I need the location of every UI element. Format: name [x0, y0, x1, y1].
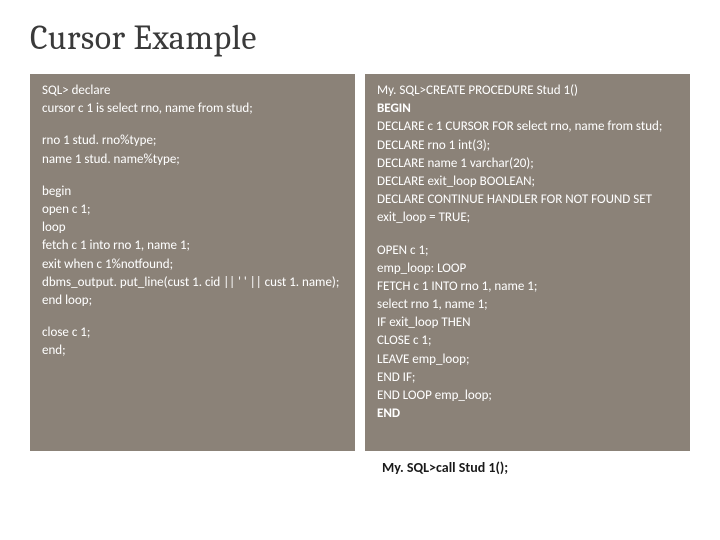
code-line: DECLARE CONTINUE HANDLER FOR NOT FOUND S… [377, 191, 678, 227]
code-block-types: rno 1 stud. rno%type; name 1 stud. name%… [42, 132, 343, 168]
code-block-begin: begin open c 1; loop fetch c 1 into rno … [42, 183, 343, 310]
slide: Cursor Example SQL> declare cursor c 1 i… [0, 0, 720, 540]
code-block-close: close c 1; end; [42, 324, 343, 360]
code-line: IF exit_loop THEN [377, 314, 678, 332]
code-line-bold: BEGIN [377, 100, 678, 118]
code-line: dbms_output. put_line(cust 1. cid || ' '… [42, 274, 343, 292]
code-line-bold: END [377, 405, 678, 423]
footer-call: My. SQL>call Stud 1(); [30, 459, 690, 476]
code-line: rno 1 stud. rno%type; [42, 132, 343, 150]
code-line: end loop; [42, 292, 343, 310]
code-line: cursor c 1 is select rno, name from stud… [42, 100, 343, 118]
code-line: open c 1; [42, 201, 343, 219]
code-line: loop [42, 219, 343, 237]
code-line: SQL> declare [42, 82, 343, 100]
code-line: LEAVE emp_loop; [377, 351, 678, 369]
code-line: My. SQL>CREATE PROCEDURE Stud 1() [377, 82, 678, 100]
code-line: END IF; [377, 369, 678, 387]
code-block-declare: SQL> declare cursor c 1 is select rno, n… [42, 82, 343, 118]
right-column: My. SQL>CREATE PROCEDURE Stud 1() BEGIN … [365, 74, 690, 451]
code-line: end; [42, 342, 343, 360]
columns: SQL> declare cursor c 1 is select rno, n… [30, 74, 690, 451]
code-line: DECLARE c 1 CURSOR FOR select rno, name … [377, 118, 678, 136]
code-line: CLOSE c 1; [377, 332, 678, 350]
code-line: DECLARE exit_loop BOOLEAN; [377, 173, 678, 191]
code-line: END LOOP emp_loop; [377, 387, 678, 405]
code-line: select rno 1, name 1; [377, 296, 678, 314]
code-line: DECLARE name 1 varchar(20); [377, 155, 678, 173]
left-column: SQL> declare cursor c 1 is select rno, n… [30, 74, 355, 451]
code-line: name 1 stud. name%type; [42, 151, 343, 169]
code-line: OPEN c 1; [377, 242, 678, 260]
code-line: begin [42, 183, 343, 201]
code-line: close c 1; [42, 324, 343, 342]
code-line: FETCH c 1 INTO rno 1, name 1; [377, 278, 678, 296]
code-block-proc-body: OPEN c 1; emp_loop: LOOP FETCH c 1 INTO … [377, 242, 678, 424]
code-line: emp_loop: LOOP [377, 260, 678, 278]
slide-title: Cursor Example [30, 18, 690, 58]
code-line: fetch c 1 into rno 1, name 1; [42, 237, 343, 255]
code-line: exit when c 1%notfound; [42, 256, 343, 274]
code-line: DECLARE rno 1 int(3); [377, 137, 678, 155]
code-block-proc-head: My. SQL>CREATE PROCEDURE Stud 1() BEGIN … [377, 82, 678, 228]
